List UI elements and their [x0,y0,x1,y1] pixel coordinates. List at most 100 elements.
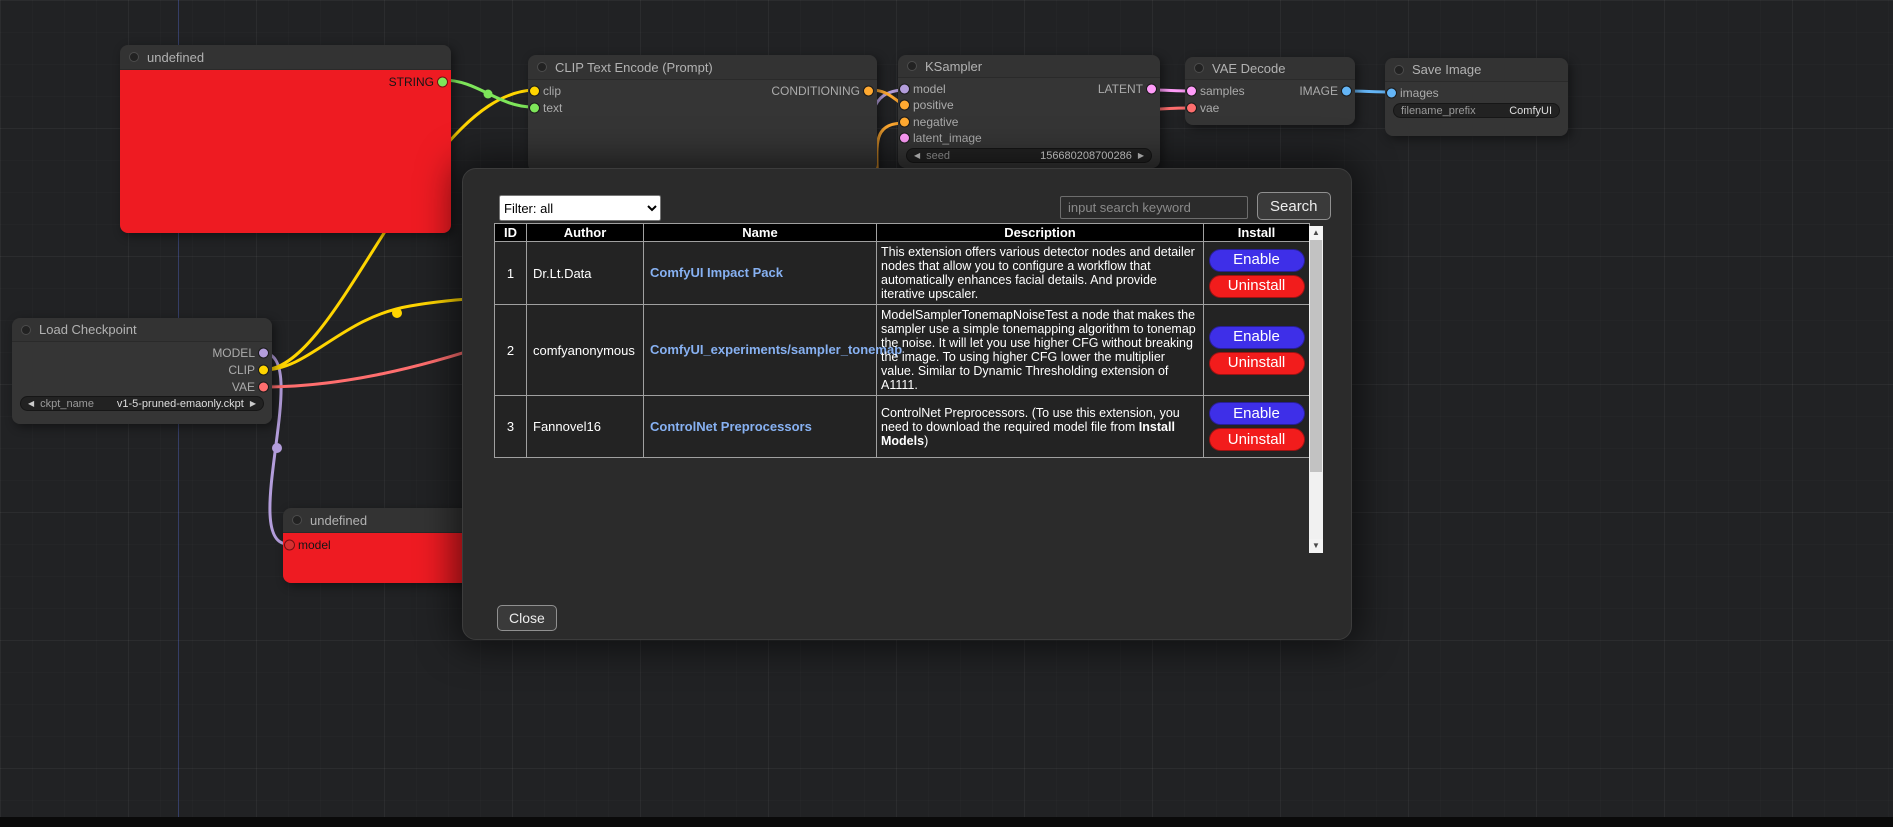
input-slot-label: vae [1200,101,1219,115]
increment-arrow-icon[interactable]: ▶ [1138,148,1144,163]
collapse-dot[interactable] [537,62,547,72]
extension-description: ControlNet Preprocessors. (To use this e… [877,396,1204,458]
uninstall-button[interactable]: Uninstall [1209,428,1305,451]
extension-description: This extension offers various detector n… [877,242,1204,305]
node-title-bar[interactable]: VAE Decode [1185,57,1355,80]
node-vae-decode[interactable]: VAE Decode samples vae IMAGE [1185,57,1355,125]
column-header-id: ID [495,224,527,242]
seed-widget[interactable]: ◀ seed 156680208700286 ▶ [906,148,1152,163]
widget-value: v1-5-pruned-emaonly.ckpt [117,398,244,410]
node-title-label: Save Image [1412,62,1481,77]
filename-prefix-widget[interactable]: filename_prefix ComfyUI [1393,103,1560,118]
extension-link[interactable]: ComfyUI_experiments/sampler_tonemap [650,342,902,357]
uninstall-button[interactable]: Uninstall [1209,352,1305,375]
extension-author: Dr.Lt.Data [527,242,644,305]
scrollbar-thumb[interactable] [1310,240,1322,472]
node-title-bar[interactable]: undefined [120,45,451,70]
collapse-dot[interactable] [292,515,302,525]
input-slot-latent-image[interactable] [900,134,909,143]
output-slot-conditioning[interactable] [864,86,873,95]
extension-link[interactable]: ComfyUI Impact Pack [650,265,783,280]
decrement-arrow-icon[interactable]: ◀ [914,148,920,163]
widget-value: ComfyUI [1509,105,1552,117]
output-slot-string[interactable] [438,77,447,86]
extension-install-cell: Enable Uninstall [1204,396,1310,458]
output-slot-model[interactable] [259,348,268,357]
node-ksampler[interactable]: KSampler model positive negative latent_… [898,55,1160,168]
table-scrollbar[interactable]: ▲ ▼ [1309,226,1323,553]
link-midpoint-dot[interactable] [272,443,282,453]
scroll-down-icon[interactable]: ▼ [1309,539,1323,553]
column-header-description: Description [877,224,1204,242]
extension-table: IDAuthorNameDescriptionInstall 1Dr.Lt.Da… [494,223,1310,458]
node-title-bar[interactable]: Load Checkpoint [12,318,272,342]
extension-name-cell: ComfyUI_experiments/sampler_tonemap [644,305,877,396]
extension-link[interactable]: ControlNet Preprocessors [650,419,812,434]
collapse-dot[interactable] [129,52,139,62]
description-text: ControlNet Preprocessors. (To use this e… [881,406,1180,434]
node-title-label: Load Checkpoint [39,322,137,337]
link-midpoint-dot[interactable] [484,90,493,99]
collapse-dot[interactable] [907,61,917,71]
output-slot-latent[interactable] [1147,84,1156,93]
node-body: images filename_prefix ComfyUI [1385,82,1568,136]
column-header-install: Install [1204,224,1310,242]
input-slot-label: negative [913,115,958,129]
node-save-image[interactable]: Save Image images filename_prefix ComfyU… [1385,58,1568,136]
node-load-checkpoint[interactable]: Load Checkpoint MODEL CLIP VAE ◀ ckpt_na… [12,318,272,424]
input-slot-images[interactable] [1387,88,1396,97]
node-title-label: undefined [147,50,204,65]
output-slot-clip[interactable] [259,365,268,374]
close-button[interactable]: Close [497,605,557,631]
output-slot-label: IMAGE [1299,84,1338,98]
output-slot-image[interactable] [1342,86,1351,95]
input-slot-label: text [543,101,562,115]
input-slot-negative[interactable] [900,117,909,126]
input-slot-text[interactable] [530,103,539,112]
ckpt-name-widget[interactable]: ◀ ckpt_name v1-5-pruned-emaonly.ckpt ▶ [20,396,264,411]
widget-name: filename_prefix [1401,105,1476,117]
input-slot-positive[interactable] [900,101,909,110]
filter-select[interactable]: Filter: all [499,195,661,221]
output-slot-label: STRING [389,75,434,89]
link-midpoint-dot[interactable] [392,308,402,318]
enable-button[interactable]: Enable [1209,249,1305,272]
node-clip-text-encode[interactable]: CLIP Text Encode (Prompt) clip text COND… [528,55,877,172]
enable-button[interactable]: Enable [1209,326,1305,349]
extension-install-cell: Enable Uninstall [1204,305,1310,396]
search-input[interactable] [1060,196,1248,219]
enable-button[interactable]: Enable [1209,402,1305,425]
node-title-bar[interactable]: KSampler [898,55,1160,78]
extension-row: 3Fannovel16ControlNet PreprocessorsContr… [495,396,1310,458]
collapse-dot[interactable] [21,325,31,335]
input-slot-vae[interactable] [1187,103,1196,112]
node-title-bar[interactable]: Save Image [1385,58,1568,82]
node-body: MODEL CLIP VAE ◀ ckpt_name v1-5-pruned-e… [12,342,272,424]
uninstall-button[interactable]: Uninstall [1209,275,1305,298]
node-title-label: undefined [310,513,367,528]
node-undefined-top[interactable]: undefined STRING [120,45,451,233]
extension-id: 2 [495,305,527,396]
extension-row: 1Dr.Lt.Data ComfyUI Impact Pack This exten… [495,242,1310,305]
extension-manager-dialog: Filter: all Search IDAuthorNameDescripti… [462,168,1352,640]
table-header-row: IDAuthorNameDescriptionInstall [495,224,1310,242]
extension-id: 1 [495,242,527,305]
input-slot-label: model [298,538,331,552]
output-slot-vae[interactable] [259,382,268,391]
output-slot-label: MODEL [212,346,255,360]
description-text: This extension offers various detector n… [881,245,1195,301]
widget-value: 156680208700286 [1040,150,1132,162]
search-button[interactable]: Search [1257,192,1331,220]
scroll-up-icon[interactable]: ▲ [1309,226,1323,240]
collapse-dot[interactable] [1394,65,1404,75]
widget-name: ckpt_name [40,398,94,410]
collapse-dot[interactable] [1194,63,1204,73]
output-slot-label: VAE [232,380,255,394]
node-title-bar[interactable]: CLIP Text Encode (Prompt) [528,55,877,80]
node-title-label: VAE Decode [1212,61,1285,76]
increment-arrow-icon[interactable]: ▶ [250,396,256,411]
output-slot-label: CONDITIONING [771,84,860,98]
decrement-arrow-icon[interactable]: ◀ [28,396,34,411]
input-slot-model[interactable] [285,540,294,549]
extension-id: 3 [495,396,527,458]
